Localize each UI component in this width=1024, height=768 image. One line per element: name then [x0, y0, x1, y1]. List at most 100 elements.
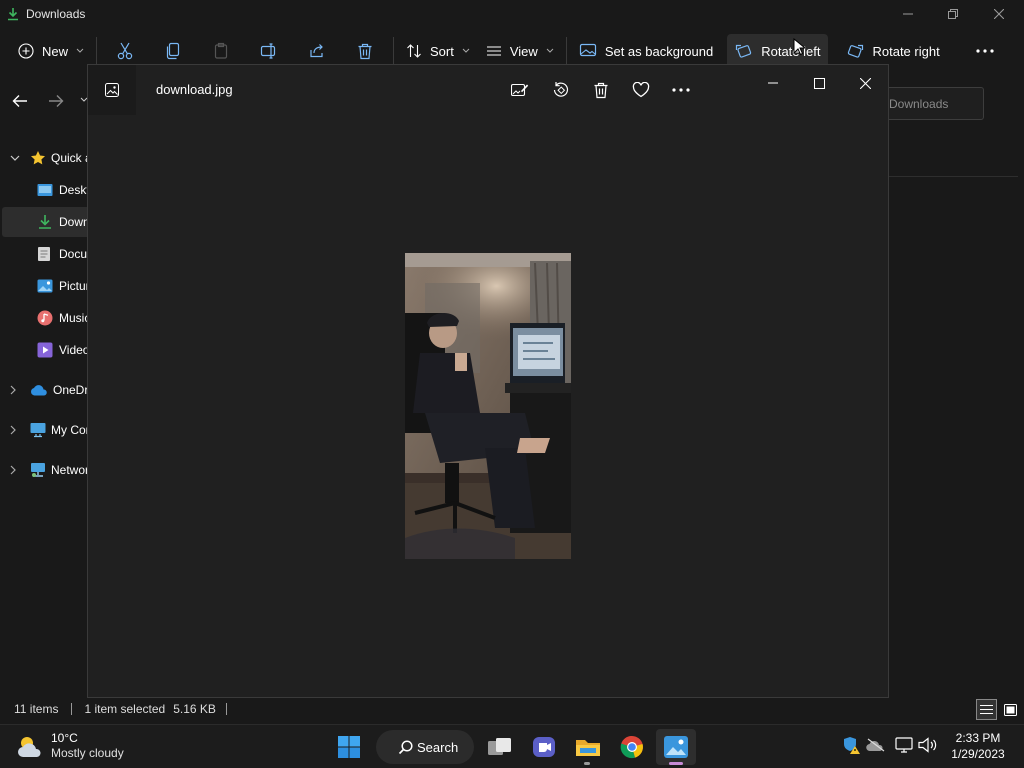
sidebar-item-desktop[interactable]: Desktop: [0, 175, 90, 205]
sort-label: Sort: [430, 43, 454, 59]
rotate-icon: [552, 81, 570, 99]
network-icon: [30, 462, 46, 478]
more-dots-icon: [672, 88, 690, 92]
document-icon: [37, 246, 51, 262]
share-icon: [309, 43, 325, 59]
photos-minimize-button[interactable]: [750, 67, 796, 99]
rename-button[interactable]: [245, 34, 293, 68]
status-bar: 11 items 1 item selected 5.16 KB: [0, 696, 1024, 722]
window-title: Downloads: [26, 7, 86, 21]
file-explorer-taskbar-button[interactable]: [568, 729, 608, 765]
explorer-title-bar: Downloads: [0, 0, 1024, 28]
sidebar-item-quick-access[interactable]: Quick access: [0, 143, 90, 173]
tiles-view-icon: [1003, 704, 1017, 716]
task-view-icon: [488, 737, 512, 757]
sidebar-item-documents[interactable]: Documents: [0, 239, 90, 269]
taskbar-search-button[interactable]: Search: [376, 730, 474, 764]
sidebar-item-videos[interactable]: Videos: [0, 335, 90, 365]
sidebar-item-network[interactable]: Network: [0, 455, 90, 485]
restore-button[interactable]: [930, 0, 976, 28]
details-view-icon: [980, 704, 993, 715]
active-indicator: [669, 762, 683, 765]
sort-button[interactable]: Sort: [398, 34, 478, 68]
sidebar-item-label: OneDrive: [53, 383, 90, 397]
more-options-button[interactable]: [665, 77, 697, 103]
clipboard-icon: [213, 42, 229, 60]
task-view-button[interactable]: [480, 729, 520, 765]
weather-description: Mostly cloudy: [51, 746, 124, 760]
view-lines-icon: [486, 45, 502, 57]
paste-button[interactable]: [197, 34, 245, 68]
chevron-down-icon: [462, 48, 470, 54]
sidebar-item-label: Network: [51, 463, 90, 477]
sidebar-item-onedrive[interactable]: OneDrive: [0, 375, 90, 405]
cloud-icon: [30, 384, 48, 396]
item-count: 11 items: [14, 702, 59, 716]
start-button[interactable]: [329, 729, 369, 765]
rotate-left-button[interactable]: Rotate left: [727, 34, 829, 68]
edit-image-button[interactable]: [504, 77, 536, 103]
more-options-button[interactable]: [968, 34, 1002, 68]
status-divider: [225, 703, 227, 715]
sidebar-item-label: Documents: [59, 247, 90, 261]
sidebar-item-label: Music: [59, 311, 90, 325]
windows-logo-icon: [338, 736, 360, 758]
rotate-right-button[interactable]: Rotate right: [838, 34, 947, 68]
delete-photo-button[interactable]: [585, 77, 617, 103]
weather-widget[interactable]: 10°C Mostly cloudy: [16, 731, 124, 761]
column-header-divider: [888, 176, 1018, 177]
chrome-icon: [620, 735, 644, 759]
arrow-left-icon: [12, 94, 28, 108]
large-icons-view-button[interactable]: [1000, 700, 1020, 720]
set-as-background-button[interactable]: Set as background: [571, 34, 721, 68]
image-icon: [105, 83, 119, 97]
folder-icon: [575, 736, 601, 758]
sort-arrows-icon: [406, 43, 422, 59]
teams-chat-button[interactable]: [524, 729, 564, 765]
wallpaper-icon: [579, 43, 597, 59]
volume-tray-icon[interactable]: [918, 735, 938, 755]
rotate-right-label: Rotate right: [872, 43, 940, 59]
photos-app-icon: [664, 736, 688, 758]
displayed-photo: [405, 253, 571, 559]
photos-close-button[interactable]: [842, 67, 888, 99]
sidebar-item-pictures[interactable]: Pictures: [0, 271, 90, 301]
forward-button[interactable]: [48, 94, 64, 108]
chevron-down-icon: [10, 155, 20, 162]
photos-app-button[interactable]: [88, 65, 136, 115]
rename-icon: [260, 43, 278, 59]
cut-button[interactable]: [101, 34, 149, 68]
close-button[interactable]: [976, 0, 1022, 28]
photo-filename: download.jpg: [156, 82, 233, 97]
network-tray-icon[interactable]: [894, 735, 914, 755]
share-button[interactable]: [293, 34, 341, 68]
photos-taskbar-button[interactable]: [656, 729, 696, 765]
favorite-button[interactable]: [625, 77, 657, 103]
new-button[interactable]: New: [10, 34, 92, 68]
sidebar-item-music[interactable]: Music: [0, 303, 90, 333]
search-input[interactable]: Downloads: [880, 87, 984, 120]
view-button[interactable]: View: [478, 34, 562, 68]
rotate-button[interactable]: [545, 77, 577, 103]
onedrive-tray-icon[interactable]: [866, 735, 886, 755]
desktop-folder-icon: [37, 183, 53, 197]
search-icon: [398, 739, 413, 755]
chevron-right-icon: [10, 385, 17, 395]
computer-icon: [30, 422, 46, 438]
delete-button[interactable]: [341, 34, 389, 68]
sidebar-item-downloads[interactable]: Downloads: [2, 207, 92, 237]
photos-maximize-button[interactable]: [796, 67, 842, 99]
minimize-button[interactable]: [885, 0, 931, 28]
back-button[interactable]: [12, 94, 28, 108]
clock[interactable]: 2:33 PM 1/29/2023: [944, 730, 1012, 762]
details-view-button[interactable]: [976, 699, 997, 720]
status-divider: [71, 703, 73, 715]
security-tray-icon[interactable]: [842, 735, 862, 755]
chrome-taskbar-button[interactable]: [612, 729, 652, 765]
heart-icon: [632, 82, 650, 98]
chevron-down-icon: [546, 48, 554, 54]
sidebar-item-my-computer[interactable]: My Computer: [0, 415, 90, 445]
copy-button[interactable]: [149, 34, 197, 68]
set-background-label: Set as background: [604, 43, 714, 59]
star-icon: [30, 150, 46, 166]
